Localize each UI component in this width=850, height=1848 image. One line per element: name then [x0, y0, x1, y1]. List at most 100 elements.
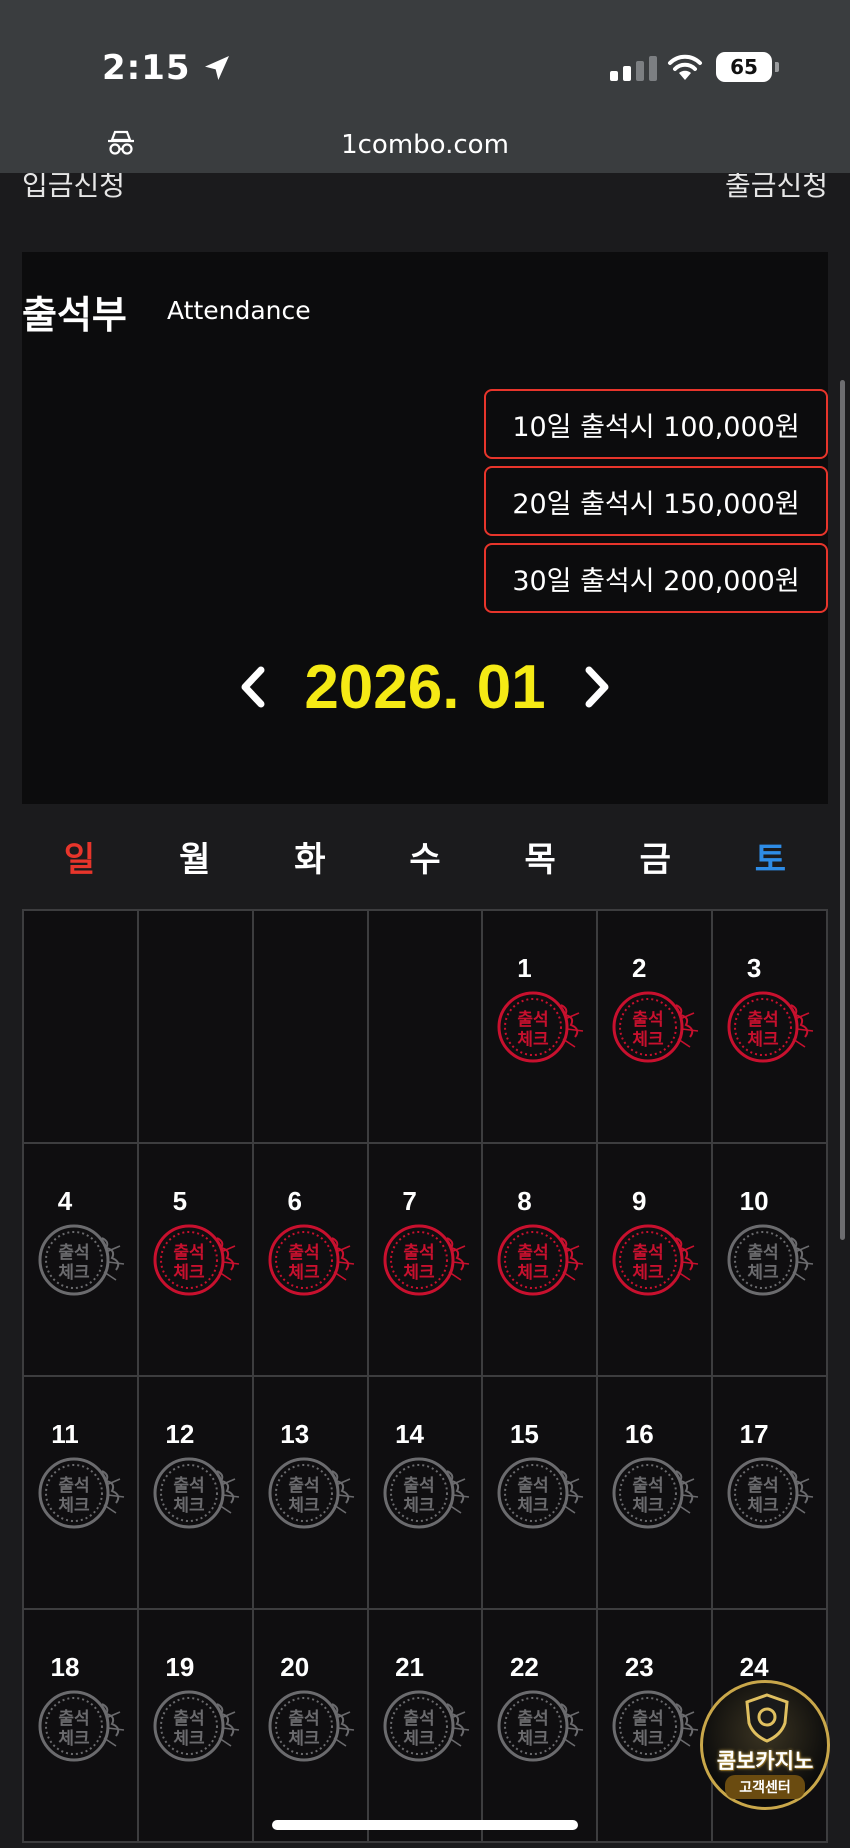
attendance-stamp-checked-icon: 출석체크 [153, 1224, 239, 1296]
weekday-sat: 토 [754, 840, 787, 880]
stamp-text-top: 출석 [403, 1709, 434, 1729]
stamp-text-top: 출석 [58, 1709, 89, 1729]
calendar-day-cell[interactable]: 5 출석 체크 [138, 1144, 254, 1377]
attendance-stamp-unchecked-icon: 출석체크 [497, 1457, 584, 1529]
stamp-text-top: 출석 [633, 1010, 664, 1030]
calendar-day-cell[interactable]: 9 출석 체크 [598, 1144, 714, 1377]
day-number: 10 [739, 1186, 769, 1216]
stamp-text-bottom: 체크 [748, 1030, 780, 1050]
attendance-stamp-unchecked-icon: 출석체크 [612, 1690, 699, 1762]
location-arrow-icon [204, 56, 229, 80]
next-month-button[interactable] [572, 657, 622, 717]
calendar-day-cell[interactable]: 3 출석 체크 [713, 911, 828, 1144]
home-indicator[interactable] [272, 1820, 578, 1830]
status-time: 2:15 [102, 48, 233, 88]
customer-center-label: 고객센터 [725, 1775, 805, 1799]
stamp-text-top: 출석 [748, 1243, 779, 1263]
attendance-stamp-checked-icon: 출석체크 [497, 1224, 584, 1296]
attendance-panel: 출석부 Attendance 10일 출석시 100,000원 20일 출석시 … [22, 252, 828, 804]
calendar-day-cell[interactable]: 10 출석 체크 [713, 1144, 828, 1377]
stamp-text-bottom: 체크 [633, 1729, 665, 1749]
calendar-day-cell[interactable]: 4 출석 체크 [24, 1144, 139, 1377]
stamp-text-top: 출석 [173, 1243, 204, 1263]
chevron-left-icon [241, 666, 265, 708]
stamp-text-bottom: 체크 [173, 1263, 205, 1283]
calendar-day-cell[interactable]: 22 출석 체크 [483, 1610, 599, 1843]
customer-center-button[interactable]: 콤보카지노 고객센터 [700, 1680, 830, 1810]
stamp-text-top: 출석 [518, 1243, 549, 1263]
calendar-day-cell[interactable]: 8 출석 체크 [483, 1144, 599, 1377]
day-number: 23 [624, 1652, 654, 1682]
calendar-day-cell[interactable]: 17 출석 체크 [713, 1377, 828, 1610]
stamp-text-bottom: 체크 [403, 1263, 435, 1283]
stamp-text-top: 출석 [173, 1476, 204, 1496]
calendar-empty-cell [368, 911, 484, 1144]
calendar-day-cell[interactable]: 6 출석 체크 [253, 1144, 369, 1377]
stamp-text-bottom: 체크 [748, 1263, 780, 1283]
page-title: 출석부 [22, 293, 127, 337]
stamp-text-bottom: 체크 [173, 1496, 205, 1516]
attendance-stamp-checked-icon: 출석체크 [268, 1224, 354, 1296]
calendar-day-cell[interactable]: 1 출석 체크 [483, 911, 599, 1144]
attendance-stamp-checked-icon: 출석체크 [383, 1224, 469, 1296]
calendar-empty-cell [138, 911, 254, 1144]
calendar-day-cell[interactable]: 7 출석 체크 [368, 1144, 484, 1377]
calendar-day-cell[interactable]: 19 출석 체크 [138, 1610, 254, 1843]
cellular-signal-icon [610, 56, 657, 81]
stamp-text-top: 출석 [748, 1010, 779, 1030]
stamp-text-bottom: 체크 [633, 1496, 665, 1516]
stamp-text-top: 출석 [288, 1243, 319, 1263]
day-number: 13 [280, 1419, 310, 1449]
weekday-mon: 월 [179, 840, 211, 880]
calendar-day-cell[interactable]: 15 출석 체크 [483, 1377, 599, 1610]
weekday-header: 일 월 화 수 목 금 토 [22, 832, 828, 882]
attendance-stamp-unchecked-icon: 출석체크 [612, 1457, 699, 1529]
stamp-text-bottom: 체크 [288, 1263, 320, 1283]
calendar-day-cell[interactable]: 12 출석 체크 [138, 1377, 254, 1610]
reward-list: 10일 출석시 100,000원 20일 출석시 150,000원 30일 출석… [484, 389, 828, 620]
day-number: 14 [395, 1419, 425, 1449]
scrollbar[interactable] [840, 380, 845, 1240]
day-number: 5 [172, 1186, 188, 1216]
reward-10-days[interactable]: 10일 출석시 100,000원 [484, 389, 828, 459]
day-number: 22 [509, 1652, 539, 1682]
calendar-day-cell[interactable]: 11 출석 체크 [24, 1377, 139, 1610]
day-number: 11 [51, 1419, 79, 1449]
stamp-text-bottom: 체크 [288, 1496, 320, 1516]
prev-month-button[interactable] [228, 657, 278, 717]
stamp-text-bottom: 체크 [58, 1263, 90, 1283]
calendar-empty-cell [24, 911, 139, 1144]
attendance-stamp-unchecked-icon: 출석체크 [38, 1457, 125, 1529]
shield-logo-icon [745, 1693, 789, 1743]
stamp-text-bottom: 체크 [518, 1030, 550, 1050]
stamp-text-top: 출석 [288, 1476, 319, 1496]
attendance-stamp-unchecked-icon: 출석체크 [153, 1457, 239, 1529]
day-number: 24 [739, 1652, 769, 1682]
calendar-day-cell[interactable]: 23 출석 체크 [598, 1610, 714, 1843]
reward-30-days[interactable]: 30일 출석시 200,000원 [484, 543, 828, 613]
calendar-day-cell[interactable]: 18 출석 체크 [24, 1610, 139, 1843]
calendar-day-cell[interactable]: 16 출석 체크 [598, 1377, 714, 1610]
chevron-right-icon [585, 666, 609, 708]
stamp-text-top: 출석 [58, 1243, 89, 1263]
calendar-day-cell[interactable]: 21 출석 체크 [368, 1610, 484, 1843]
stamp-text-bottom: 체크 [173, 1729, 205, 1749]
month-navigator: 2026. 01 [22, 642, 828, 732]
calendar-day-cell[interactable]: 2 출석 체크 [598, 911, 714, 1144]
stamp-text-bottom: 체크 [403, 1729, 435, 1749]
address-bar-url[interactable]: 1combo.com [0, 130, 850, 160]
stamp-text-top: 출석 [633, 1243, 664, 1263]
attendance-stamp-checked-icon: 출석체크 [497, 991, 584, 1063]
stamp-text-bottom: 체크 [58, 1729, 90, 1749]
reward-20-days[interactable]: 20일 출석시 150,000원 [484, 466, 828, 536]
stamp-text-top: 출석 [748, 1476, 779, 1496]
calendar-day-cell[interactable]: 13 출석 체크 [253, 1377, 369, 1610]
day-number: 2 [632, 953, 647, 983]
stamp-text-top: 출석 [173, 1709, 204, 1729]
day-number: 15 [509, 1419, 539, 1449]
calendar-day-cell[interactable]: 20 출석 체크 [253, 1610, 369, 1843]
day-number: 7 [402, 1186, 417, 1216]
day-number: 16 [624, 1419, 654, 1449]
day-number: 21 [395, 1652, 425, 1682]
calendar-day-cell[interactable]: 14 출석 체크 [368, 1377, 484, 1610]
